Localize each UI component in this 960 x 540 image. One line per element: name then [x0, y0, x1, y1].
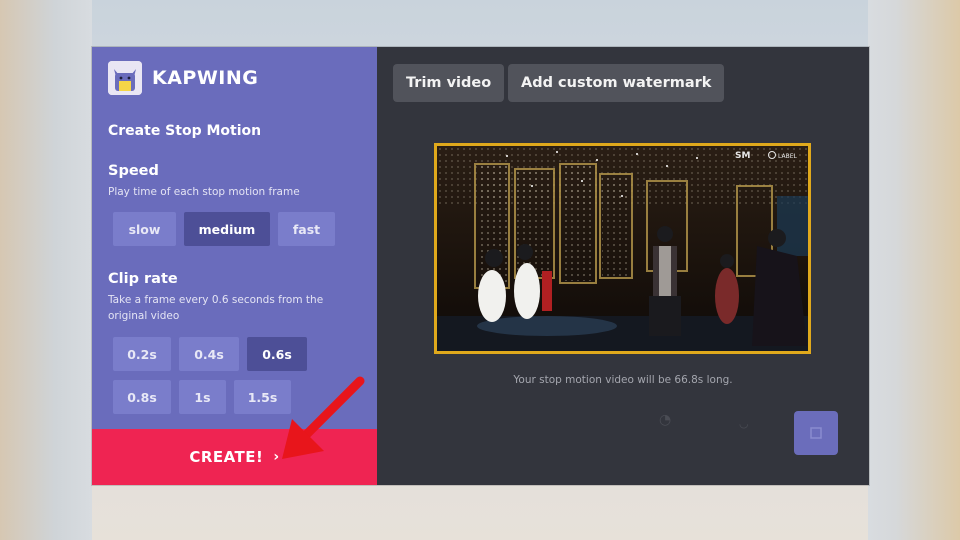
page-title: Create Stop Motion	[108, 123, 262, 139]
speed-description: Play time of each stop motion frame	[108, 186, 300, 198]
speed-option-slow[interactable]: slow	[113, 212, 176, 246]
speed-title: Speed	[108, 163, 159, 179]
clip-rate-option-1-5s[interactable]: 1.5s	[234, 380, 291, 414]
speed-option-medium[interactable]: medium	[184, 212, 270, 246]
create-button-label: CREATE!	[189, 448, 264, 466]
square-icon	[810, 427, 822, 439]
faint-icon: ◔	[659, 412, 672, 428]
clip-rate-option-0-4s[interactable]: 0.4s	[179, 337, 239, 371]
watermark-logo-sm: SM	[735, 151, 750, 161]
chevron-right-icon: ›	[273, 449, 280, 465]
kapwing-cat-icon	[108, 61, 142, 95]
create-button[interactable]: CREATE! ›	[92, 429, 377, 485]
sidebar: KAPWING Create Stop Motion Speed Play ti…	[92, 47, 377, 485]
clip-rate-option-0-6s[interactable]: 0.6s	[247, 337, 307, 371]
clip-rate-option-0-2s[interactable]: 0.2s	[113, 337, 171, 371]
clip-rate-description: Take a frame every 0.6 seconds from the …	[108, 294, 324, 322]
editor-main: Trim video Add custom watermark SM LABEL…	[377, 47, 869, 485]
brand-name: KAPWING	[152, 67, 259, 89]
kapwing-app-window: KAPWING Create Stop Motion Speed Play ti…	[92, 47, 869, 485]
trim-video-button[interactable]: Trim video	[393, 64, 505, 102]
brand[interactable]: KAPWING	[108, 61, 258, 95]
clip-rate-option-0-8s[interactable]: 0.8s	[113, 380, 171, 414]
clip-rate-option-1s[interactable]: 1s	[179, 380, 226, 414]
square-icon-button[interactable]	[794, 411, 838, 455]
background-left	[0, 0, 92, 540]
faint-icon: ◡	[739, 417, 749, 430]
video-preview[interactable]: SM LABEL	[434, 143, 811, 354]
video-frame-image: SM LABEL	[437, 146, 808, 351]
speed-option-fast[interactable]: fast	[278, 212, 335, 246]
background-right	[868, 0, 960, 540]
clip-rate-title: Clip rate	[108, 271, 178, 287]
watermark-logo-label: LABEL	[778, 153, 797, 160]
duration-text: Your stop motion video will be 66.8s lon…	[513, 374, 733, 386]
add-watermark-button[interactable]: Add custom watermark	[508, 64, 725, 102]
